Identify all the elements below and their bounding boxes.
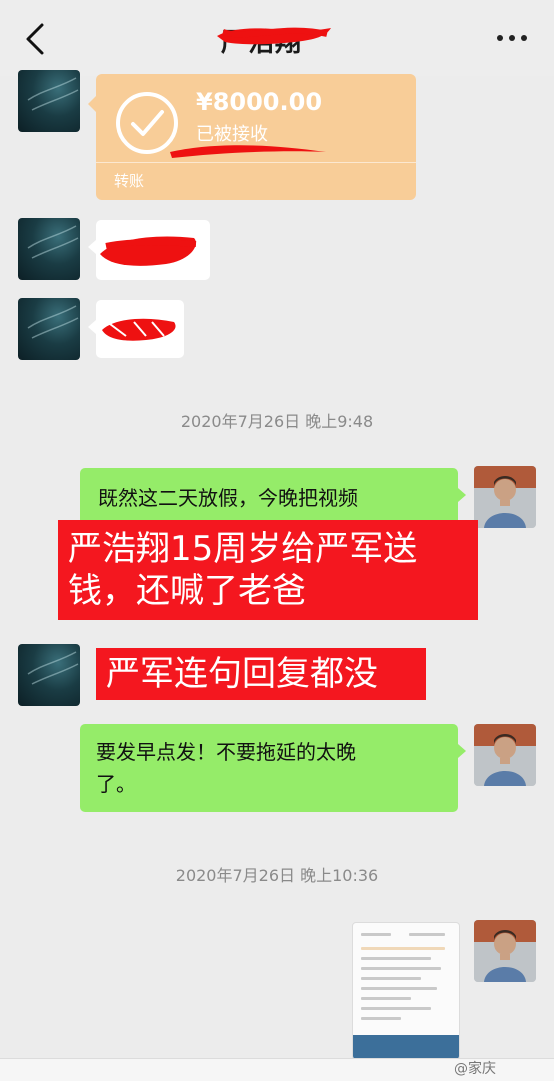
message-text: 了。	[96, 772, 136, 796]
transfer-label: 转账	[114, 172, 145, 190]
caption-overlay: 严军连句回复都没	[96, 648, 426, 700]
timestamp: 2020年7月26日 晚上9:48	[180, 412, 374, 431]
red-underline-mark	[170, 145, 326, 158]
watermark: @家庆	[454, 1061, 496, 1077]
redaction-scribble	[102, 318, 176, 341]
image-message-thumbnail[interactable]	[352, 922, 460, 1060]
transfer-amount: ¥8000.00	[196, 88, 323, 116]
caption-text: 钱，还喊了老爸	[68, 571, 306, 611]
chevron-left-icon[interactable]	[20, 22, 50, 56]
timestamp: 2020年7月26日 晚上10:36	[175, 866, 379, 885]
message-bubble-redacted[interactable]	[88, 300, 184, 358]
caption-text: 严军连句回复都没	[106, 654, 378, 694]
message-bubble-sent[interactable]: 要发早点发！不要拖延的太晚 了。	[80, 724, 466, 812]
divider	[96, 162, 416, 163]
avatar-user[interactable]	[474, 920, 536, 982]
message-text: 既然这二天放假，今晚把视频	[98, 486, 358, 510]
ellipsis-icon[interactable]	[496, 30, 528, 46]
caption-text: 严浩翔15周岁给严军送	[68, 529, 418, 569]
caption-overlay: 严浩翔15周岁给严军送 钱，还喊了老爸	[58, 520, 478, 620]
chat-title: 严浩翔	[215, 18, 335, 58]
avatar[interactable]	[18, 218, 80, 280]
avatar[interactable]	[18, 298, 80, 360]
redaction-scribble	[217, 27, 331, 45]
avatar[interactable]	[18, 644, 80, 706]
avatar-user[interactable]	[474, 466, 536, 528]
message-text: 要发早点发！不要拖延的太晚	[96, 740, 356, 764]
message-bubble-redacted[interactable]	[88, 220, 210, 280]
chat-header: 严浩翔	[0, 0, 554, 76]
avatar[interactable]	[18, 70, 80, 132]
redaction-scribble	[100, 236, 197, 266]
avatar-user[interactable]	[474, 724, 536, 786]
transfer-card[interactable]: ¥8000.00 已被接收 转账	[88, 74, 416, 200]
